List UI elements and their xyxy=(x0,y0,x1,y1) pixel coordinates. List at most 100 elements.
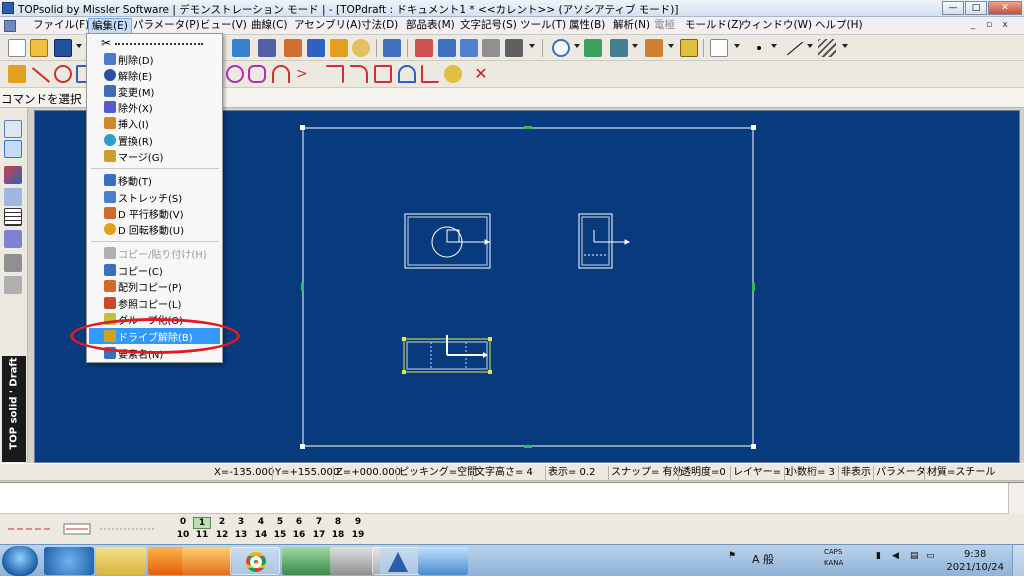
paint-icon[interactable] xyxy=(182,547,232,575)
doc-restore-button[interactable]: ▫ xyxy=(982,20,996,32)
battery-icon[interactable]: ▭ xyxy=(926,551,935,561)
view-icon[interactable] xyxy=(610,39,628,57)
tool-icon-7[interactable] xyxy=(383,39,401,57)
layer-9[interactable]: 9 xyxy=(349,517,367,527)
fit-view-icon[interactable] xyxy=(584,39,602,57)
usb-icon[interactable]: ▮ xyxy=(876,551,881,561)
layer-15[interactable]: 15 xyxy=(271,530,289,540)
trim-icon[interactable] xyxy=(374,65,392,83)
tool-icon-10[interactable] xyxy=(460,39,478,57)
status-parameter[interactable]: パラメータ xyxy=(873,466,926,480)
menu-item-insert[interactable]: 挿入(I) xyxy=(89,115,220,131)
message-area[interactable] xyxy=(0,482,1024,514)
tool-icon-2[interactable] xyxy=(258,39,276,57)
app-icon-green[interactable] xyxy=(282,547,332,575)
hatch-dropdown-icon[interactable] xyxy=(842,44,848,48)
offset-icon[interactable] xyxy=(398,65,416,83)
menu-parameter[interactable]: パラメータ(P) xyxy=(130,18,203,34)
open-icon[interactable] xyxy=(30,39,48,57)
save-icon[interactable] xyxy=(54,39,72,57)
menu-item-array-copy[interactable]: 配列コピー(P) xyxy=(89,278,220,294)
tool-icon-1[interactable] xyxy=(232,39,250,57)
hatch-icon[interactable] xyxy=(818,39,836,57)
center-tool-icon[interactable] xyxy=(226,65,244,83)
dimension-icon[interactable] xyxy=(4,166,22,184)
point-style-icon[interactable] xyxy=(750,39,768,57)
chamfer-icon[interactable] xyxy=(350,65,368,83)
status-layer[interactable]: レイヤー= 1 xyxy=(730,466,791,480)
corner-icon[interactable] xyxy=(421,65,439,83)
layer-6[interactable]: 6 xyxy=(290,517,308,527)
menu-tools[interactable]: ツール(T) xyxy=(517,18,569,34)
layer-3[interactable]: 3 xyxy=(232,517,250,527)
sheet-frame[interactable] xyxy=(302,127,754,447)
status-snap[interactable]: スナップ= 有効 xyxy=(608,466,683,480)
slot-tool-icon[interactable] xyxy=(248,65,266,83)
tool-icon-11[interactable] xyxy=(482,39,500,57)
doc-minimize-button[interactable]: _ xyxy=(966,20,980,32)
status-text-height[interactable]: 文字高さ= 4 xyxy=(472,466,533,480)
menu-item-rotate[interactable]: D 回転移動(U) xyxy=(89,221,220,237)
tool-icon-4[interactable] xyxy=(307,39,325,57)
symbol-icon[interactable] xyxy=(4,254,22,272)
show-desktop-button[interactable] xyxy=(1012,545,1024,576)
hatch-tool-icon[interactable] xyxy=(4,230,22,248)
line-style-icon[interactable] xyxy=(785,39,803,57)
network-icon[interactable]: ▤ xyxy=(910,551,919,561)
layer-7[interactable]: 7 xyxy=(310,517,328,527)
system-clock[interactable]: 9:38 2021/10/24 xyxy=(946,548,1004,574)
layer-5[interactable]: 5 xyxy=(271,517,289,527)
layer-0[interactable]: 0 xyxy=(174,517,192,527)
menu-item-merge[interactable]: マージ(G) xyxy=(89,148,220,164)
layer-17[interactable]: 17 xyxy=(310,530,328,540)
menu-item-modify[interactable]: 変更(M) xyxy=(89,83,220,99)
zoom-icon[interactable] xyxy=(552,39,570,57)
menu-text-symbol[interactable]: 文字記号(S) xyxy=(457,18,520,34)
status-decimals[interactable]: 小数桁= 3 xyxy=(784,466,835,480)
speaker-icon[interactable]: ◀ xyxy=(892,551,899,561)
line-dropdown-icon[interactable] xyxy=(807,44,813,48)
layer-14[interactable]: 14 xyxy=(252,530,270,540)
layer-2[interactable]: 2 xyxy=(213,517,231,527)
menu-analysis[interactable]: 解析(N) xyxy=(610,18,653,34)
layer-tool-icon[interactable] xyxy=(4,276,22,294)
menu-bom[interactable]: 部品表(M) xyxy=(403,18,458,34)
view-dropdown-icon[interactable] xyxy=(632,44,638,48)
select-icon[interactable] xyxy=(4,120,22,138)
document-icon[interactable] xyxy=(4,20,16,32)
fillet-icon[interactable] xyxy=(326,65,344,83)
menu-edit[interactable]: 編集(E) xyxy=(88,18,132,34)
circle-tool-icon[interactable] xyxy=(54,65,72,83)
message-scrollbar[interactable] xyxy=(1008,483,1024,514)
layer-4[interactable]: 4 xyxy=(252,517,270,527)
layer-18[interactable]: 18 xyxy=(329,530,347,540)
layer-8[interactable]: 8 xyxy=(329,517,347,527)
layer-13[interactable]: 13 xyxy=(232,530,250,540)
menu-electrode[interactable]: 電極 xyxy=(651,18,678,34)
point-dropdown-icon[interactable] xyxy=(771,44,777,48)
menu-item-exclude[interactable]: 除外(X) xyxy=(89,99,220,115)
topsolid-app-icon[interactable] xyxy=(2,2,14,14)
tool-icon-5[interactable] xyxy=(330,39,348,57)
chevron-tool-icon[interactable]: > xyxy=(296,65,314,83)
topsolid-taskbar-icon[interactable] xyxy=(372,547,422,575)
layer-10[interactable]: 10 xyxy=(174,530,192,540)
color-swatch[interactable] xyxy=(710,39,728,57)
annotation-icon[interactable] xyxy=(4,188,22,206)
menu-item-delete[interactable]: 削除(D) xyxy=(89,51,220,67)
draw-icon[interactable] xyxy=(4,140,22,158)
save-dropdown-icon[interactable] xyxy=(76,44,82,48)
delete-x-icon[interactable]: ✕ xyxy=(472,65,490,83)
modify-curve-icon[interactable] xyxy=(444,65,462,83)
maximize-button[interactable]: □ xyxy=(965,1,987,15)
line-tool-icon[interactable] xyxy=(30,65,51,83)
new-icon[interactable] xyxy=(8,39,26,57)
status-hidden[interactable]: 非表示 xyxy=(838,466,871,480)
ie-icon[interactable] xyxy=(44,547,94,575)
top-view[interactable] xyxy=(402,335,492,374)
status-picking[interactable]: ピッキング=空間 xyxy=(396,466,477,480)
menu-mold[interactable]: モールド(Z) xyxy=(682,18,745,34)
layer-19[interactable]: 19 xyxy=(349,530,367,540)
menu-dimension[interactable]: 寸法(D) xyxy=(358,18,401,34)
arc-tool-icon[interactable] xyxy=(272,65,290,83)
